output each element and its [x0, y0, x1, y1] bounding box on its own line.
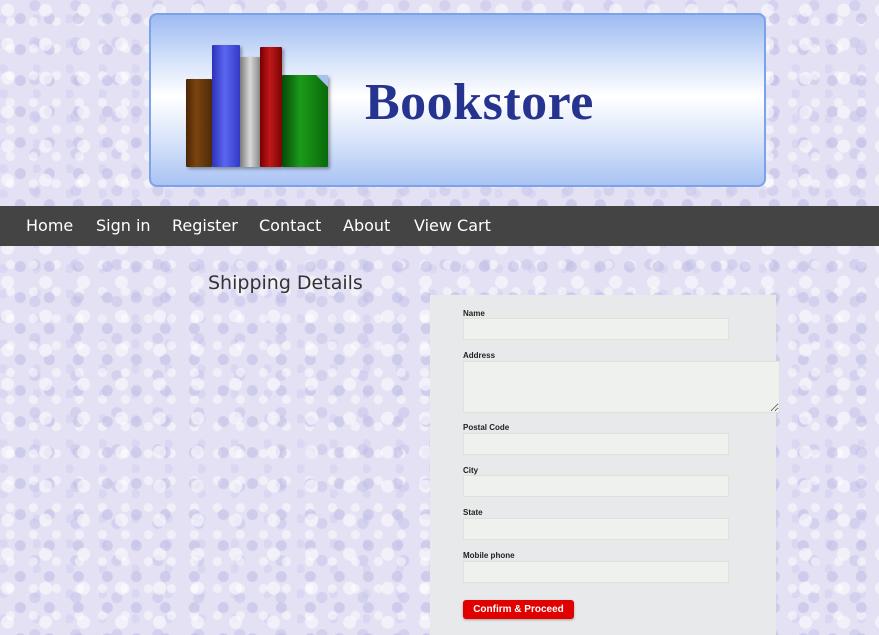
- site-header: Bookstore: [149, 13, 766, 187]
- page-title: Shipping Details: [208, 272, 363, 294]
- state-label: State: [463, 508, 483, 517]
- state-field[interactable]: [463, 518, 729, 540]
- mobile-phone-label: Mobile phone: [463, 551, 515, 560]
- address-field[interactable]: [463, 361, 780, 413]
- book-icon: [282, 75, 328, 167]
- main-nav: Home Sign in Register Contact About View…: [0, 206, 879, 246]
- nav-view-cart[interactable]: View Cart: [414, 216, 491, 235]
- postal-code-field[interactable]: [463, 433, 729, 455]
- name-label: Name: [463, 309, 485, 318]
- site-brand: Bookstore: [365, 74, 594, 131]
- nav-contact[interactable]: Contact: [259, 216, 321, 235]
- book-icon: [186, 79, 212, 167]
- shipping-form: Name Address Postal Code City State Mobi…: [430, 295, 780, 635]
- city-field[interactable]: [463, 475, 729, 497]
- book-icon: [212, 45, 240, 167]
- nav-home[interactable]: Home: [26, 216, 73, 235]
- postal-code-label: Postal Code: [463, 423, 510, 432]
- nav-about[interactable]: About: [343, 216, 390, 235]
- address-label: Address: [463, 351, 496, 360]
- book-icon: [260, 47, 282, 167]
- confirm-proceed-button[interactable]: Confirm & Proceed: [463, 600, 574, 619]
- city-label: City: [463, 466, 479, 475]
- books-logo-icon: [184, 39, 329, 167]
- name-field[interactable]: [463, 318, 729, 340]
- nav-register[interactable]: Register: [172, 216, 238, 235]
- mobile-phone-field[interactable]: [463, 561, 729, 583]
- book-icon: [240, 57, 260, 167]
- nav-sign-in[interactable]: Sign in: [96, 216, 151, 235]
